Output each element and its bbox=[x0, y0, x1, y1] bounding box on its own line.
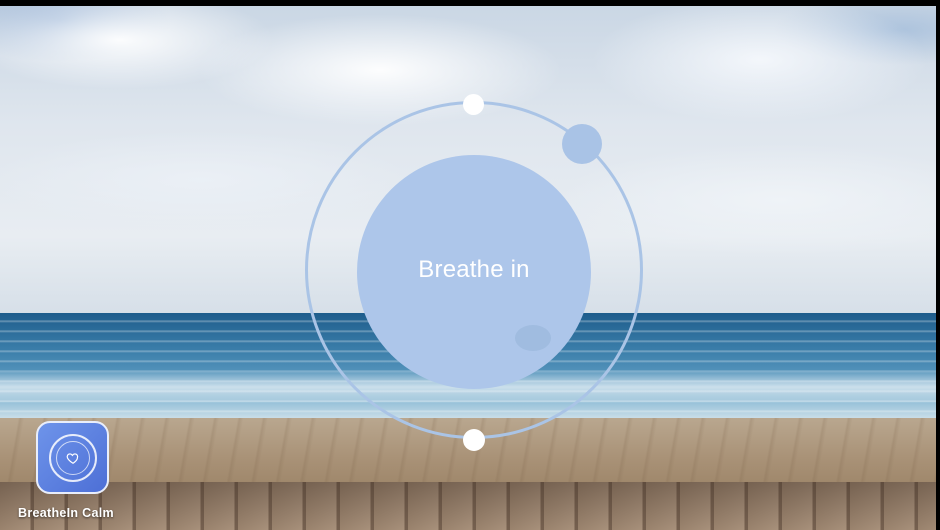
orbit-marker-bottom bbox=[463, 429, 485, 451]
letterbox-top bbox=[0, 0, 940, 6]
breathing-prompt: Breathe in bbox=[418, 256, 530, 283]
boardwalk-shade bbox=[0, 482, 940, 530]
app-icon[interactable] bbox=[36, 421, 109, 494]
heart-icon bbox=[66, 452, 78, 464]
orbit-progress-dot bbox=[562, 124, 602, 164]
app-name-label: BreatheIn Calm bbox=[18, 506, 114, 520]
orbit-marker-top bbox=[463, 94, 484, 115]
app-window: Breathe in BreatheIn Calm bbox=[0, 0, 940, 530]
app-icon-ring-outer bbox=[48, 433, 97, 482]
app-icon-ring-inner bbox=[55, 440, 90, 475]
breathing-circle[interactable]: Breathe in bbox=[357, 155, 591, 389]
letterbox-right bbox=[936, 0, 940, 530]
breathing-circle-highlight bbox=[515, 325, 551, 351]
